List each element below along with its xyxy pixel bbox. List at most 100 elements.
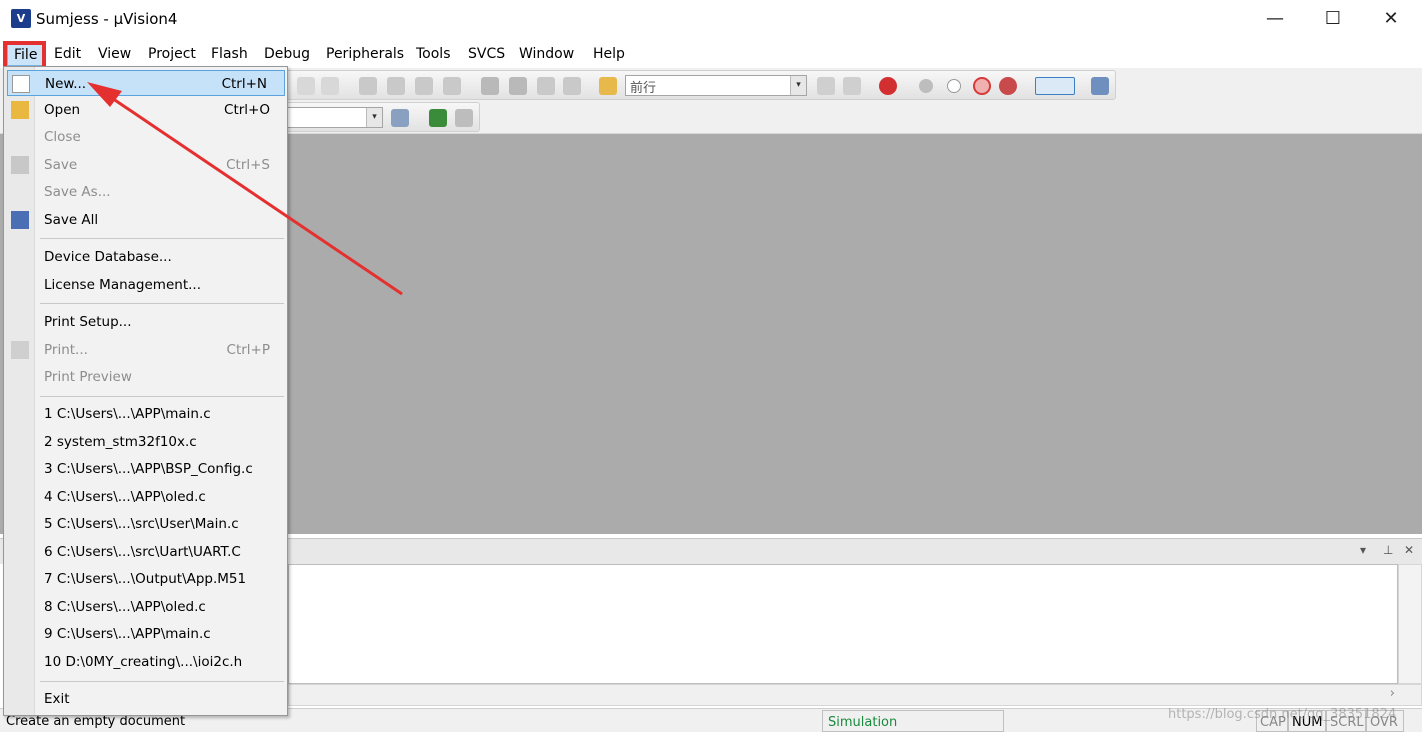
- build-output-pane[interactable]: [288, 564, 1398, 684]
- target-combo[interactable]: ▾: [277, 107, 383, 128]
- menu-peripherals[interactable]: Peripherals: [326, 46, 404, 62]
- menu-item-label: Print Preview: [44, 369, 132, 385]
- menu-item-shortcut: Ctrl+O: [224, 102, 270, 118]
- menu-item-print: Print... Ctrl+P: [4, 337, 287, 363]
- uv4-app-icon[interactable]: V: [11, 9, 31, 28]
- output-vertical-scrollbar[interactable]: [1398, 564, 1422, 684]
- incremental-find-icon[interactable]: [817, 77, 835, 95]
- menu-item-close: Close: [4, 124, 287, 150]
- target-toolbar: ▾: [277, 102, 480, 132]
- menu-project[interactable]: Project: [148, 46, 196, 62]
- comment-icon[interactable]: [537, 77, 555, 95]
- menu-item-label: License Management...: [44, 277, 201, 293]
- menu-item-new[interactable]: New... Ctrl+N: [7, 70, 285, 96]
- menu-svcs[interactable]: SVCS: [468, 46, 505, 62]
- menu-help[interactable]: Help: [593, 46, 625, 62]
- menu-item-label: 8 C:\Users\...\APP\oled.c: [44, 599, 206, 615]
- pane-pin-icon[interactable]: ⊥: [1383, 543, 1393, 557]
- menu-item-label: Open: [44, 102, 81, 118]
- menu-item-shortcut: Ctrl+S: [226, 157, 270, 173]
- menu-item-label: Save: [44, 157, 78, 173]
- select-packs-icon[interactable]: [455, 109, 473, 127]
- menu-item-label: Close: [44, 129, 81, 145]
- next-bookmark-icon[interactable]: [415, 77, 433, 95]
- menu-separator: [40, 681, 284, 682]
- menu-item-open[interactable]: Open Ctrl+O: [4, 97, 287, 123]
- scroll-right-icon[interactable]: ›: [1390, 686, 1395, 701]
- configure-icon[interactable]: [1091, 77, 1109, 95]
- target-combo-dropdown-icon[interactable]: ▾: [366, 108, 382, 127]
- recent-file-4[interactable]: 4 C:\Users\...\APP\oled.c: [4, 484, 287, 510]
- window-layout-icon[interactable]: [1035, 77, 1075, 95]
- menu-flash[interactable]: Flash: [211, 46, 248, 62]
- pane-dropdown-icon[interactable]: ▾: [1360, 543, 1366, 557]
- menu-item-exit[interactable]: Exit: [4, 686, 287, 712]
- menu-item-label: 3 C:\Users\...\APP\BSP_Config.c: [44, 461, 253, 477]
- manage-components-icon[interactable]: [429, 109, 447, 127]
- recent-file-10[interactable]: 10 D:\0MY_creating\...\ioi2c.h: [4, 649, 287, 675]
- enable-breakpoint-icon[interactable]: [947, 79, 961, 93]
- menu-item-license-management[interactable]: License Management...: [4, 272, 287, 298]
- recent-file-6[interactable]: 6 C:\Users\...\src\Uart\UART.C: [4, 539, 287, 565]
- menu-bar: File Edit View Project Flash Debug Perip…: [0, 40, 1422, 68]
- watermark: https://blog.csdn.net/qq_38351824: [1168, 707, 1397, 722]
- menu-tools[interactable]: Tools: [416, 46, 451, 62]
- uncomment-icon[interactable]: [563, 77, 581, 95]
- menu-view[interactable]: View: [98, 46, 131, 62]
- target-options-icon[interactable]: [391, 109, 409, 127]
- menu-window[interactable]: Window: [519, 46, 574, 62]
- prev-bookmark-icon[interactable]: [387, 77, 405, 95]
- menu-item-label: 6 C:\Users\...\src\Uart\UART.C: [44, 544, 241, 560]
- status-mode: Simulation: [822, 710, 1004, 732]
- file-menu-dropdown: New... Ctrl+N Open Ctrl+O Close Save Ctr…: [3, 66, 288, 716]
- menu-item-save-all[interactable]: Save All: [4, 207, 287, 233]
- recent-file-7[interactable]: 7 C:\Users\...\Output\App.M51: [4, 566, 287, 592]
- menu-item-shortcut: Ctrl+N: [221, 76, 267, 92]
- title-bar: V Sumjess - µVision4 — ☐ ✕: [0, 0, 1422, 38]
- output-horizontal-scrollbar[interactable]: ›: [288, 684, 1422, 706]
- menu-separator: [40, 238, 284, 239]
- find-in-files-icon[interactable]: [599, 77, 617, 95]
- menu-item-label: Print...: [44, 342, 88, 358]
- save-disk-icon: [11, 156, 29, 174]
- recent-file-3[interactable]: 3 C:\Users\...\APP\BSP_Config.c: [4, 456, 287, 482]
- open-folder-icon: [11, 101, 29, 119]
- menu-debug[interactable]: Debug: [264, 46, 310, 62]
- menu-item-save: Save Ctrl+S: [4, 152, 287, 178]
- status-message: Create an empty document: [6, 714, 186, 729]
- browse-icon[interactable]: [843, 77, 861, 95]
- new-file-icon: [12, 75, 30, 93]
- window-title: Sumjess - µVision4: [36, 10, 178, 28]
- menu-item-label: 5 C:\Users\...\src\User\Main.c: [44, 516, 239, 532]
- nav-forward-icon[interactable]: [321, 77, 339, 95]
- menu-edit[interactable]: Edit: [54, 46, 81, 62]
- find-combo-value: 前行: [630, 81, 657, 96]
- debug-session-icon[interactable]: [879, 77, 897, 95]
- pane-close-icon[interactable]: ✕: [1404, 543, 1414, 557]
- recent-file-5[interactable]: 5 C:\Users\...\src\User\Main.c: [4, 511, 287, 537]
- recent-file-2[interactable]: 2 system_stm32f10x.c: [4, 429, 287, 455]
- disable-breakpoints-icon[interactable]: [973, 77, 991, 95]
- minimize-button[interactable]: —: [1246, 0, 1304, 38]
- menu-separator: [40, 303, 284, 304]
- recent-file-9[interactable]: 9 C:\Users\...\APP\main.c: [4, 621, 287, 647]
- menu-item-print-setup[interactable]: Print Setup...: [4, 309, 287, 335]
- save-all-icon: [11, 211, 29, 229]
- find-combo[interactable]: 前行 ▾: [625, 75, 807, 96]
- kill-breakpoints-icon[interactable]: [999, 77, 1017, 95]
- clear-bookmarks-icon[interactable]: [443, 77, 461, 95]
- recent-file-1[interactable]: 1 C:\Users\...\APP\main.c: [4, 401, 287, 427]
- unindent-icon[interactable]: [509, 77, 527, 95]
- close-button[interactable]: ✕: [1362, 0, 1420, 38]
- printer-icon: [11, 341, 29, 359]
- recent-file-8[interactable]: 8 C:\Users\...\APP\oled.c: [4, 594, 287, 620]
- nav-back-icon[interactable]: [297, 77, 315, 95]
- indent-icon[interactable]: [481, 77, 499, 95]
- find-combo-dropdown-icon[interactable]: ▾: [790, 76, 806, 95]
- bookmark-icon[interactable]: [359, 77, 377, 95]
- menu-item-label: 10 D:\0MY_creating\...\ioi2c.h: [44, 654, 243, 670]
- insert-breakpoint-icon[interactable]: [919, 79, 933, 93]
- menu-item-device-database[interactable]: Device Database...: [4, 244, 287, 270]
- menu-item-label: Device Database...: [44, 249, 172, 265]
- maximize-button[interactable]: ☐: [1304, 0, 1362, 38]
